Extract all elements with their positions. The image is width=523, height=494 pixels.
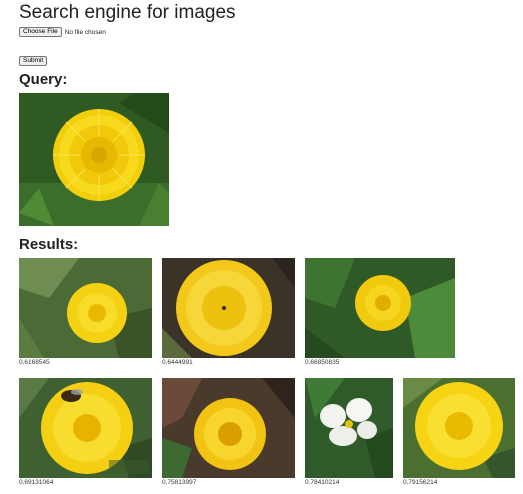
result-score: 0.6444991: [162, 359, 193, 366]
file-status-text: No file chosen: [64, 28, 106, 36]
query-image: [19, 93, 169, 226]
result-score: 0.78410214: [305, 479, 340, 486]
result-image: [305, 258, 455, 358]
file-upload-row: Choose File No file chosen: [19, 27, 106, 37]
result-score: 0.69131064: [19, 479, 54, 486]
result-score: 0.66850835: [305, 359, 340, 366]
result-score: 0.79156214: [403, 479, 438, 486]
submit-button[interactable]: Submit: [19, 56, 48, 66]
submit-row: Submit: [19, 49, 48, 67]
choose-file-button[interactable]: Choose File: [19, 27, 62, 37]
result-image: [19, 378, 152, 478]
result-score: 0.75813997: [162, 479, 197, 486]
page-title: Search engine for images: [19, 2, 236, 23]
results-heading: Results:: [19, 236, 79, 253]
result-image: [162, 378, 295, 478]
result-image: [403, 378, 515, 478]
result-image: [19, 258, 152, 358]
result-score: 0.6168545: [19, 359, 50, 366]
result-image: [305, 378, 393, 478]
result-image: [162, 258, 295, 358]
query-heading: Query:: [19, 71, 68, 88]
